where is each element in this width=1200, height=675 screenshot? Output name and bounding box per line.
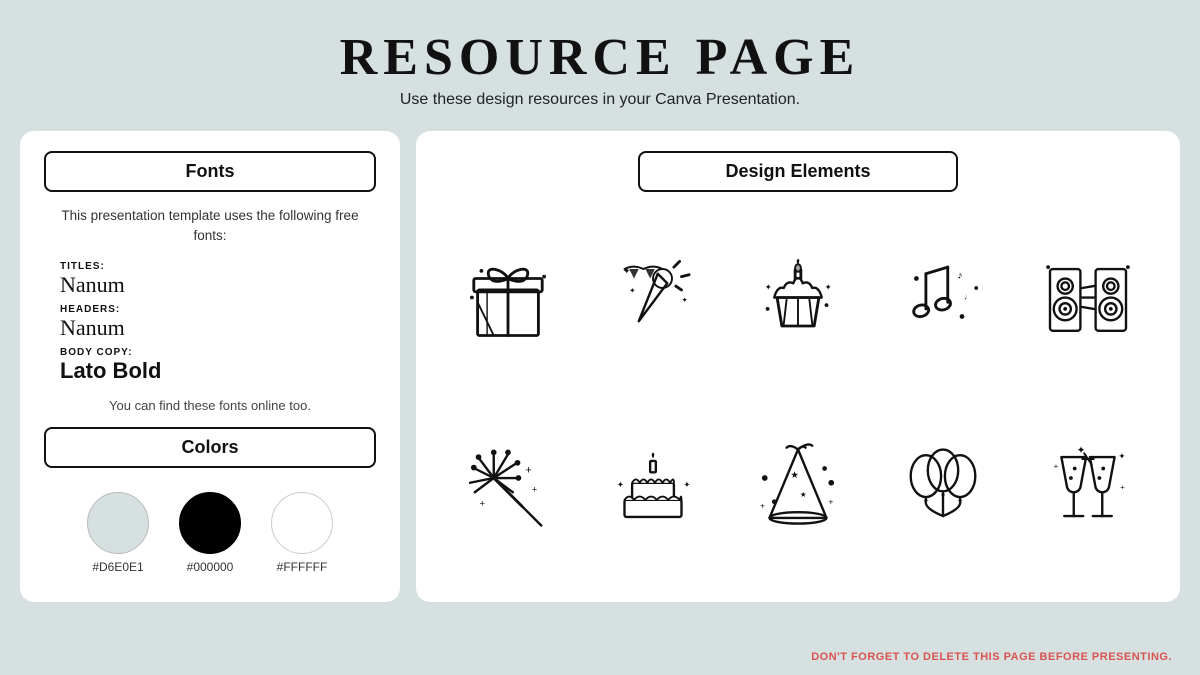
color-circle-white [271, 492, 333, 554]
svg-text:✦: ✦ [681, 296, 688, 305]
svg-text:♪: ♪ [957, 271, 962, 282]
party-hat-icon: ★ ★ + + [738, 433, 858, 543]
party-popper-icon: ✦ ✦ ✦ [593, 243, 713, 353]
color-hex-white: #FFFFFF [277, 560, 328, 574]
font-item-headers: HEADERS: Nanum [60, 304, 360, 341]
svg-text:+: + [531, 484, 537, 495]
color-swatch-dark: #000000 [179, 492, 241, 574]
champagne-glasses-icon: ✦ ✦ + + [1028, 433, 1148, 543]
right-panel: Design Elements [416, 131, 1180, 602]
birthday-cake-icon: ✦ ✦ [593, 433, 713, 543]
fonts-section-header: Fonts [44, 151, 376, 192]
font-label-headers: HEADERS: [60, 304, 360, 315]
design-elements-title: Design Elements [638, 151, 958, 192]
color-hex-light: #D6E0E1 [92, 560, 143, 574]
svg-text:✦: ✦ [825, 282, 833, 292]
svg-text:+: + [525, 464, 532, 476]
svg-text:✦: ✦ [765, 282, 773, 292]
font-label-titles: TITLES: [60, 261, 360, 272]
balloons-icon [883, 433, 1003, 543]
svg-text:✦: ✦ [629, 286, 636, 295]
svg-text:+: + [479, 499, 485, 510]
svg-text:+: + [760, 501, 765, 511]
svg-text:♩: ♩ [964, 292, 973, 302]
music-notes-icon: ♪ ♩ [883, 243, 1003, 353]
svg-text:+: + [1121, 483, 1126, 492]
page-header: Resource Page Use these design resources… [340, 0, 861, 119]
design-elements-grid: ✦ ✦ ✦ [440, 208, 1156, 578]
svg-text:★: ★ [800, 490, 807, 499]
sparkler-icon: + + + [448, 433, 568, 543]
svg-text:★: ★ [790, 470, 799, 481]
left-panel: Fonts This presentation template uses th… [20, 131, 400, 602]
font-name-headers: Nanum [60, 315, 360, 341]
page-subtitle: Use these design resources in your Canva… [340, 91, 861, 109]
footer-note: DON'T FORGET TO DELETE THIS PAGE BEFORE … [811, 651, 1172, 663]
gift-box-icon [448, 243, 568, 353]
color-circle-light [87, 492, 149, 554]
color-swatch-light: #D6E0E1 [87, 492, 149, 574]
font-label-body: BODY COPY: [60, 347, 360, 358]
font-name-titles: Nanum [60, 272, 360, 298]
cupcake-icon: ✦ ✦ [738, 243, 858, 353]
font-item-titles: TITLES: Nanum [60, 261, 360, 298]
fonts-description: This presentation template uses the foll… [44, 206, 376, 247]
font-item-body: BODY COPY: Lato Bold [60, 347, 360, 384]
colors-section: Colors #D6E0E1 #000000 #FFFFFF [44, 427, 376, 578]
svg-text:✦: ✦ [1119, 451, 1127, 461]
font-name-body: Lato Bold [60, 358, 360, 384]
svg-text:+: + [1054, 462, 1059, 471]
color-circle-dark [179, 492, 241, 554]
fonts-footer: You can find these fonts online too. [44, 398, 376, 413]
svg-text:✦: ✦ [683, 480, 691, 490]
page-title: Resource Page [340, 28, 861, 87]
color-swatch-white: #FFFFFF [271, 492, 333, 574]
color-swatches: #D6E0E1 #000000 #FFFFFF [44, 482, 376, 578]
color-hex-dark: #000000 [187, 560, 234, 574]
colors-section-header: Colors [44, 427, 376, 468]
svg-text:+: + [828, 497, 833, 507]
font-list: TITLES: Nanum HEADERS: Nanum BODY COPY: … [44, 261, 376, 384]
svg-text:✦: ✦ [617, 480, 625, 490]
speakers-icon [1028, 243, 1148, 353]
design-elements-header: Design Elements [440, 151, 1156, 192]
main-content: Fonts This presentation template uses th… [0, 131, 1200, 602]
